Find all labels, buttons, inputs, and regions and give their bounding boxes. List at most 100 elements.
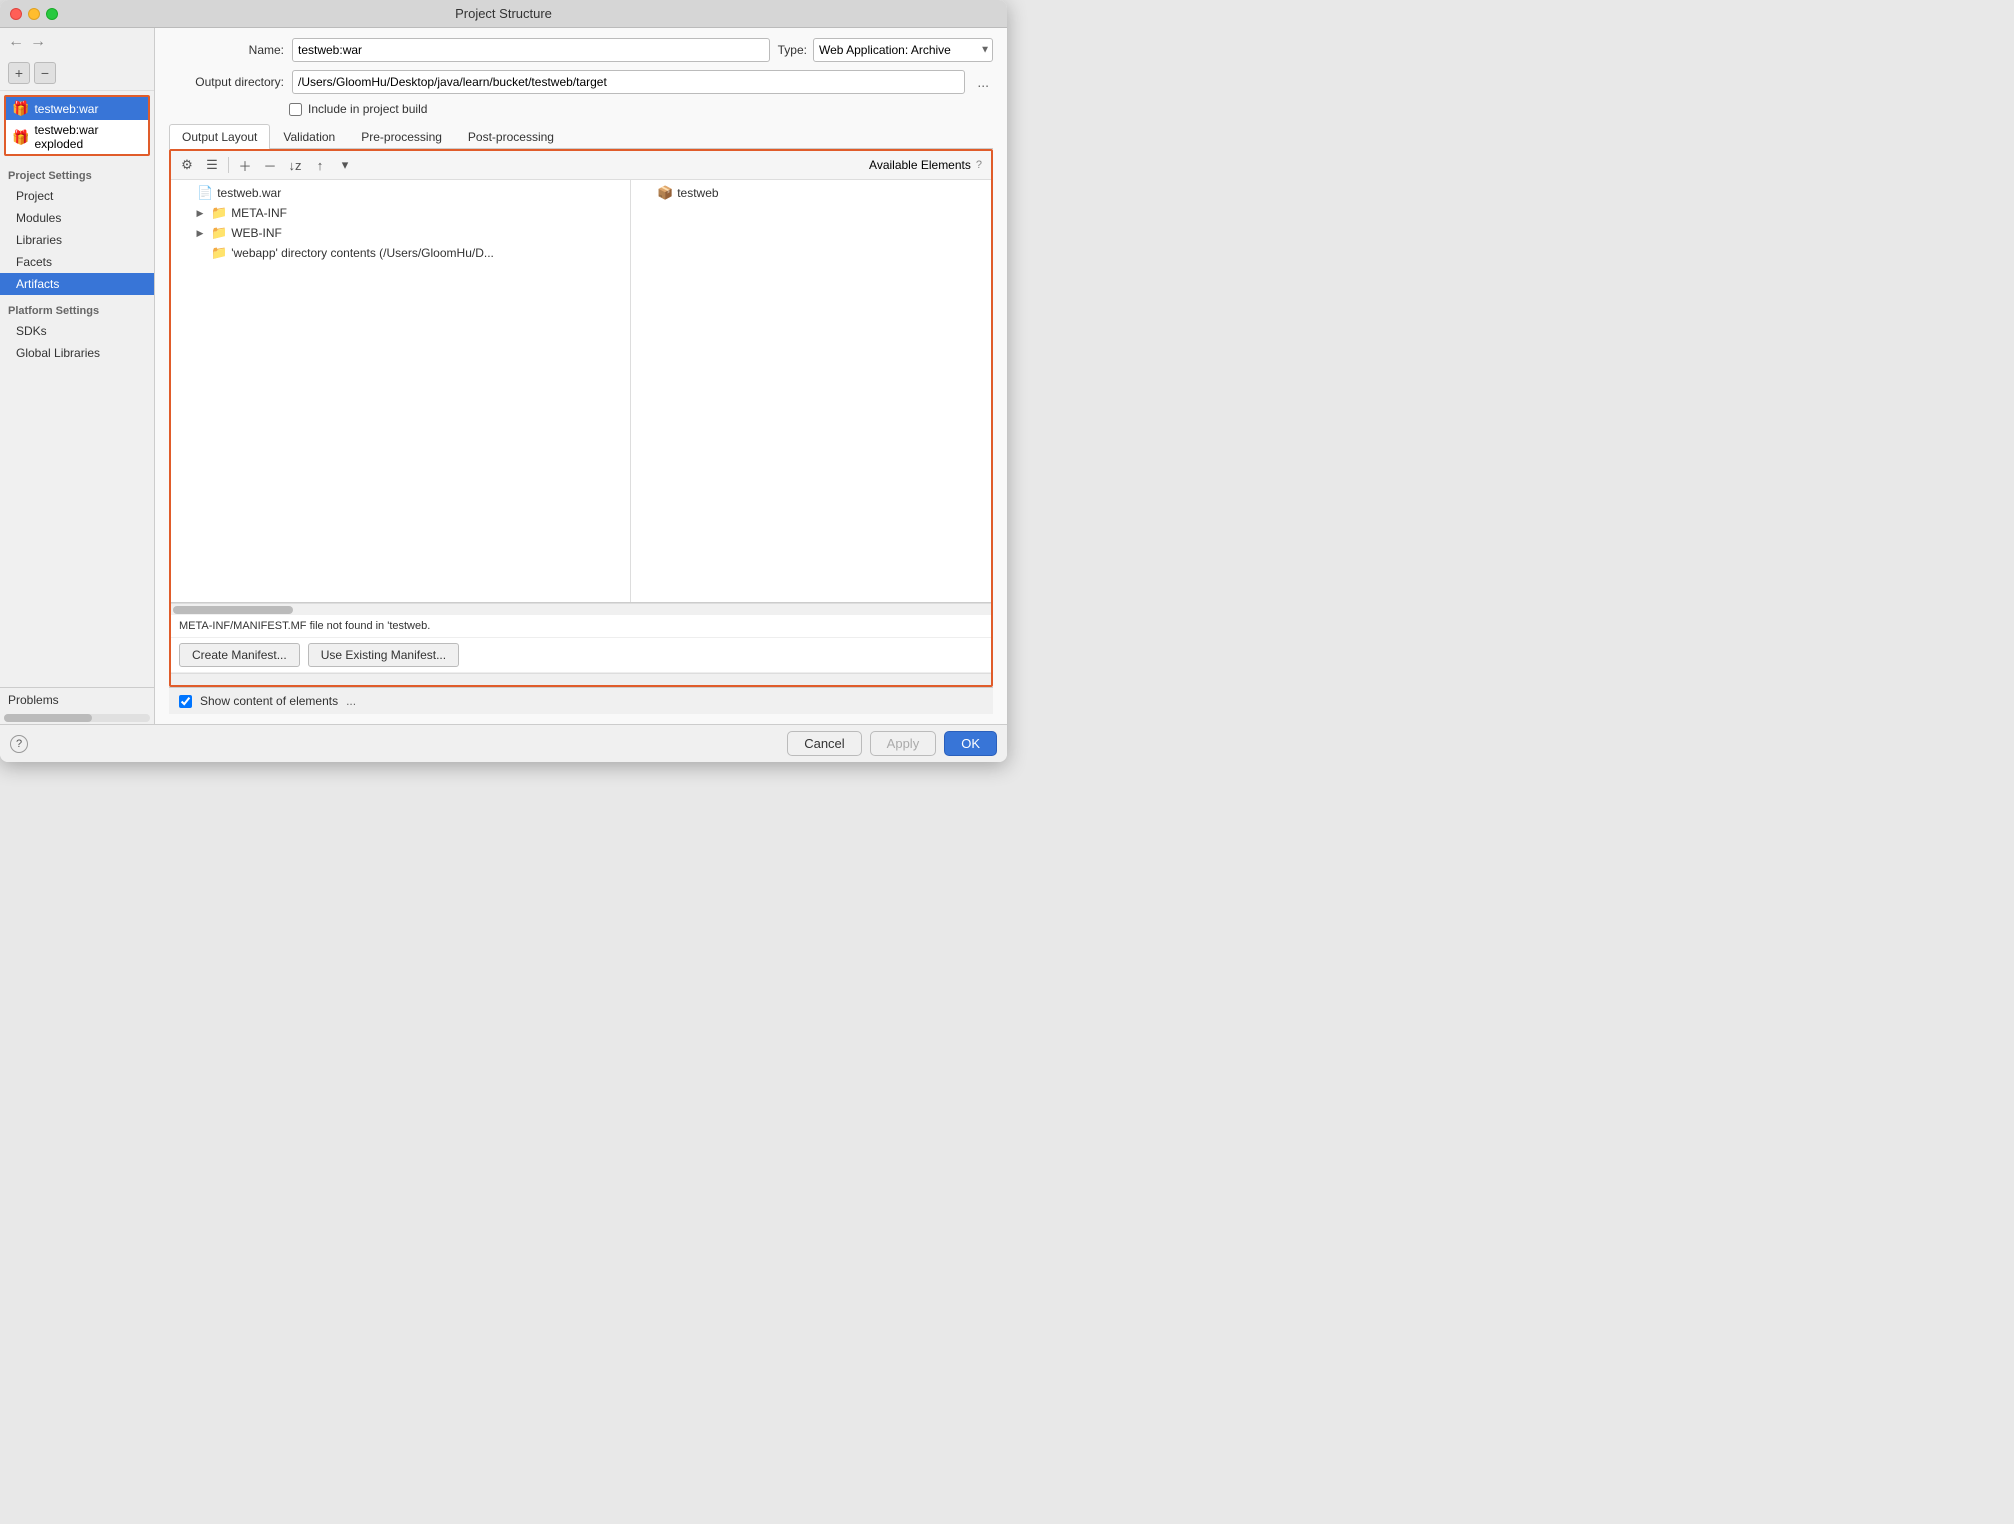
titlebar: Project Structure [0,0,1007,28]
sidebar-bottom: Problems [0,687,154,724]
bottom-toolbar: Show content of elements ... [169,687,993,714]
apply-button[interactable]: Apply [870,731,937,756]
layout-sort-btn[interactable]: ↓z [284,154,306,176]
layout-content: 📄 testweb.war ▶ 📁 META-INF ▶ 📁 [171,180,991,602]
tree-toggle-metainf[interactable]: ▶ [193,206,207,220]
tree-item-webapp[interactable]: 📁 'webapp' directory contents (/Users/Gl… [171,243,630,263]
sidebar-item-artifacts[interactable]: Artifacts [0,273,154,295]
available-icon-testweb: 📦 [657,185,673,201]
tree-icon-root: 📄 [197,185,213,201]
output-dir-input[interactable] [292,70,965,94]
tab-post-processing[interactable]: Post-processing [455,124,567,149]
sidebar-item-project[interactable]: Project [0,185,154,207]
available-elements-panel: 📦 testweb [631,180,991,602]
window-title: Project Structure [455,6,552,21]
ok-button[interactable]: OK [944,731,997,756]
sidebar-item-global-libraries[interactable]: Global Libraries [0,342,154,364]
tab-validation[interactable]: Validation [270,124,348,149]
layout-add-btn[interactable]: ＋ [234,154,256,176]
show-content-settings-button[interactable]: ... [346,694,356,708]
type-section: Type: Web Application: Archive ▼ [778,38,993,62]
type-select[interactable]: Web Application: Archive [813,38,993,62]
warning-message: META-INF/MANIFEST.MF file not found in '… [171,615,991,638]
sidebar-item-modules[interactable]: Modules [0,207,154,229]
include-in-build-checkbox[interactable] [289,103,302,116]
tree-item-metainf[interactable]: ▶ 📁 META-INF [171,203,630,223]
layout-more-btn[interactable]: ▾ [334,154,356,176]
name-label: Name: [169,43,284,57]
layout-up-btn[interactable]: ↑ [309,154,331,176]
project-settings-section: Project Settings [0,160,154,185]
sidebar-nav: Project Settings Project Modules Librari… [0,160,154,687]
sidebar-item-libraries[interactable]: Libraries [0,229,154,251]
layout-remove-btn[interactable]: － [259,154,281,176]
available-tree-area: 📦 testweb [631,180,991,602]
tree-icon-webinf: 📁 [211,225,227,241]
bottom-scrollbar[interactable] [171,673,991,685]
artifact-war-label: testweb:war [34,102,98,116]
sidebar-scrollbar [4,714,150,722]
type-label: Type: [778,43,807,57]
maximize-button[interactable] [46,8,58,20]
create-manifest-button[interactable]: Create Manifest... [179,643,300,667]
artifact-item-war[interactable]: 🎁 testweb:war [6,97,148,120]
sidebar-item-problems[interactable]: Problems [0,688,154,712]
tab-pre-processing[interactable]: Pre-processing [348,124,455,149]
tab-output-layout[interactable]: Output Layout [169,124,270,149]
sidebar-item-facets[interactable]: Facets [0,251,154,273]
traffic-lights [10,8,58,20]
help-button[interactable]: ? [10,735,28,753]
scrollbar-thumb [173,606,293,614]
available-elements-label: Available Elements [869,158,971,172]
show-content-label: Show content of elements [200,694,338,708]
remove-artifact-button[interactable]: − [34,62,56,84]
forward-arrow[interactable]: → [30,33,46,51]
tree-item-webinf[interactable]: ▶ 📁 WEB-INF [171,223,630,243]
sidebar: ← → + − 🎁 testweb:war 🎁 testweb:war expl… [0,28,155,724]
tree-toggle-webinf[interactable]: ▶ [193,226,207,240]
available-help-icon[interactable]: ? [976,159,982,171]
output-layout-area: ⚙ ☰ ＋ － ↓z ↑ ▾ Available Elements ? [169,149,993,687]
artifact-war-icon: 🎁 [12,100,29,117]
tabs-row: Output Layout Validation Pre-processing … [169,124,993,149]
sidebar-item-sdks[interactable]: SDKs [0,320,154,342]
tree-label-metainf: META-INF [231,206,287,220]
include-in-build-label: Include in project build [308,102,427,116]
tree-icon-webapp: 📁 [211,245,227,261]
sidebar-scrollbar-thumb [4,714,92,722]
show-content-checkbox[interactable] [179,695,192,708]
use-existing-manifest-button[interactable]: Use Existing Manifest... [308,643,459,667]
artifact-war-exploded-label: testweb:war exploded [34,123,142,151]
tree-label-root: testweb.war [217,186,281,200]
minimize-button[interactable] [28,8,40,20]
platform-settings-section: Platform Settings [0,295,154,320]
back-arrow[interactable]: ← [8,33,24,51]
horizontal-scrollbar[interactable] [171,603,991,615]
tree-label-webinf: WEB-INF [231,226,282,240]
artifact-item-war-exploded[interactable]: 🎁 testweb:war exploded [6,120,148,154]
content-area: Name: Type: Web Application: Archive ▼ O… [155,28,1007,724]
browse-button[interactable]: ... [973,74,993,90]
artifact-list: 🎁 testweb:war 🎁 testweb:war exploded [4,95,150,156]
layout-toolbar: ⚙ ☰ ＋ － ↓z ↑ ▾ Available Elements ? [171,151,991,180]
available-tree-item-testweb[interactable]: 📦 testweb [631,183,991,203]
tree-icon-metainf: 📁 [211,205,227,221]
add-artifact-button[interactable]: + [8,62,30,84]
cancel-button[interactable]: Cancel [787,731,861,756]
available-label-testweb: testweb [677,186,718,200]
artifact-war-exploded-icon: 🎁 [12,129,29,146]
output-dir-row: Output directory: ... [169,70,993,94]
main-area: ← → + − 🎁 testweb:war 🎁 testweb:war expl… [0,28,1007,724]
tree-item-root[interactable]: 📄 testweb.war [171,183,630,203]
layout-list-btn[interactable]: ☰ [201,154,223,176]
footer: ? Cancel Apply OK [0,724,1007,762]
name-row: Name: Type: Web Application: Archive ▼ [169,38,993,62]
layout-settings-btn[interactable]: ⚙ [176,154,198,176]
artifact-toolbar: + − [0,56,154,91]
tree-label-webapp: 'webapp' directory contents (/Users/Gloo… [231,246,494,260]
close-button[interactable] [10,8,22,20]
project-structure-window: Project Structure ← → + − 🎁 testweb:war … [0,0,1007,762]
name-input[interactable] [292,38,770,62]
layout-tree-panel: 📄 testweb.war ▶ 📁 META-INF ▶ 📁 [171,180,631,602]
footer-left: ? [10,735,28,753]
